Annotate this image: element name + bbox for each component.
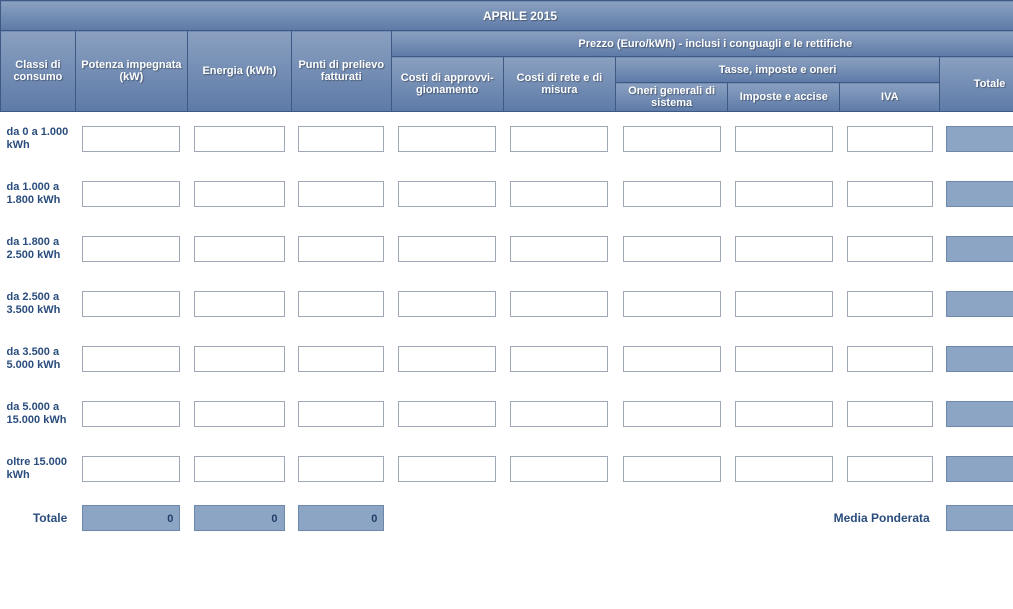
input-potenza[interactable] [82,346,180,372]
input-oneri[interactable] [623,401,721,427]
input-approvv[interactable] [398,401,496,427]
row-total [946,181,1013,207]
input-potenza[interactable] [82,126,180,152]
input-iva[interactable] [847,181,933,207]
input-punti[interactable] [298,126,384,152]
input-iva[interactable] [847,126,933,152]
input-rete[interactable] [510,456,608,482]
row-label: da 1.000 a 1.800 kWh [1,167,76,222]
input-punti[interactable] [298,456,384,482]
row-label: da 1.800 a 2.500 kWh [1,222,76,277]
input-rete[interactable] [510,401,608,427]
input-approvv[interactable] [398,181,496,207]
input-rete[interactable] [510,236,608,262]
input-punti[interactable] [298,181,384,207]
input-rete[interactable] [510,291,608,317]
table-row: da 1.800 a 2.500 kWh [1,222,1013,277]
input-oneri[interactable] [623,346,721,372]
input-punti[interactable] [298,291,384,317]
col-imposte: Imposte e accise [728,83,840,112]
footer-energia-total: 0 [194,505,284,531]
input-imposte[interactable] [735,181,833,207]
input-punti[interactable] [298,346,384,372]
footer-media-label: Media Ponderata [728,497,940,539]
input-imposte[interactable] [735,456,833,482]
row-total [946,346,1013,372]
input-approvv[interactable] [398,126,496,152]
row-total [946,291,1013,317]
col-oneri: Oneri generali di sistema [616,83,728,112]
input-approvv[interactable] [398,346,496,372]
footer-media-total [946,505,1013,531]
col-prezzo-group: Prezzo (Euro/kWh) - inclusi i conguagli … [391,31,1013,57]
col-approv: Costi di approvvi-gionamento [391,57,503,112]
row-total [946,401,1013,427]
input-potenza[interactable] [82,456,180,482]
input-energia[interactable] [194,346,284,372]
input-iva[interactable] [847,346,933,372]
row-label: da 3.500 a 5.000 kWh [1,332,76,387]
input-oneri[interactable] [623,291,721,317]
table-row: oltre 15.000 kWh [1,442,1013,497]
input-oneri[interactable] [623,126,721,152]
table-title: APRILE 2015 [1,1,1013,31]
data-table: APRILE 2015 Classi di consumo Potenza im… [0,0,1013,539]
footer-totale-label: Totale [1,497,76,539]
input-punti[interactable] [298,401,384,427]
input-approvv[interactable] [398,291,496,317]
input-imposte[interactable] [735,291,833,317]
table-row: da 0 a 1.000 kWh [1,112,1013,167]
input-energia[interactable] [194,236,284,262]
table-row: da 1.000 a 1.800 kWh [1,167,1013,222]
input-potenza[interactable] [82,236,180,262]
input-rete[interactable] [510,126,608,152]
col-energia: Energia (kWh) [188,31,292,112]
input-imposte[interactable] [735,236,833,262]
scroll-viewport[interactable]: APRILE 2015 Classi di consumo Potenza im… [0,0,1013,609]
input-imposte[interactable] [735,401,833,427]
footer-punti-total: 0 [298,505,384,531]
row-label: oltre 15.000 kWh [1,442,76,497]
col-classi: Classi di consumo [1,31,76,112]
input-approvv[interactable] [398,236,496,262]
col-punti: Punti di prelievo fatturati [291,31,391,112]
input-approvv[interactable] [398,456,496,482]
input-potenza[interactable] [82,401,180,427]
col-iva: IVA [840,83,940,112]
row-label: da 5.000 a 15.000 kWh [1,387,76,442]
input-rete[interactable] [510,181,608,207]
input-imposte[interactable] [735,126,833,152]
input-imposte[interactable] [735,346,833,372]
input-iva[interactable] [847,456,933,482]
input-rete[interactable] [510,346,608,372]
table-row: da 5.000 a 15.000 kWh [1,387,1013,442]
row-label: da 2.500 a 3.500 kWh [1,277,76,332]
col-potenza: Potenza impegnata (kW) [75,31,187,112]
row-total [946,236,1013,262]
row-label: da 0 a 1.000 kWh [1,112,76,167]
input-iva[interactable] [847,236,933,262]
table-row: da 3.500 a 5.000 kWh [1,332,1013,387]
input-potenza[interactable] [82,181,180,207]
input-oneri[interactable] [623,236,721,262]
input-energia[interactable] [194,126,284,152]
col-tasse-group: Tasse, imposte e oneri [616,57,940,83]
col-totale: Totale [940,57,1013,112]
col-rete: Costi di rete e di misura [503,57,615,112]
row-total [946,456,1013,482]
row-total [946,126,1013,152]
input-energia[interactable] [194,456,284,482]
input-iva[interactable] [847,291,933,317]
footer-potenza-total: 0 [82,505,180,531]
input-oneri[interactable] [623,181,721,207]
input-energia[interactable] [194,401,284,427]
input-oneri[interactable] [623,456,721,482]
input-iva[interactable] [847,401,933,427]
table-row: da 2.500 a 3.500 kWh [1,277,1013,332]
input-punti[interactable] [298,236,384,262]
input-energia[interactable] [194,291,284,317]
input-potenza[interactable] [82,291,180,317]
input-energia[interactable] [194,181,284,207]
